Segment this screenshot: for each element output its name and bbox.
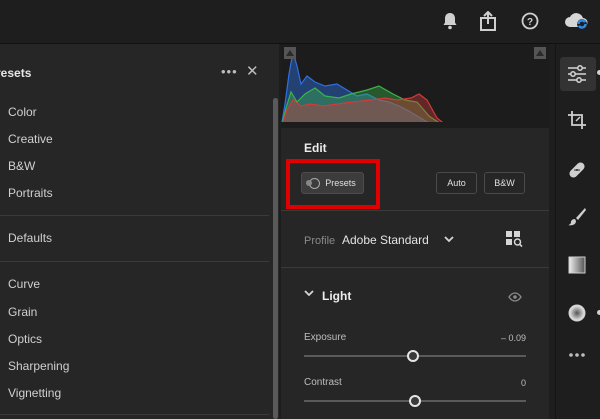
edit-panel: Edit Presets Auto B&W Profile Adobe Stan… <box>281 44 549 419</box>
preset-group-creative[interactable]: Creative <box>8 132 53 146</box>
presets-button-label: Presets <box>325 178 356 188</box>
preset-group-color[interactable]: Color <box>8 105 37 119</box>
eye-icon[interactable] <box>508 289 522 307</box>
healing-icon[interactable] <box>566 159 588 181</box>
auto-button[interactable]: Auto <box>436 172 477 194</box>
profile-label: Profile <box>304 235 336 247</box>
brush-icon[interactable] <box>566 206 588 228</box>
preset-group-vignetting[interactable]: Vignetting <box>8 386 61 400</box>
highlight-clipping-icon[interactable] <box>534 47 546 59</box>
contrast-value[interactable]: 0 <box>521 378 526 388</box>
divider <box>0 261 269 262</box>
crop-icon[interactable] <box>566 109 588 131</box>
preset-group-sharpening[interactable]: Sharpening <box>8 359 69 373</box>
notification-bell-icon[interactable] <box>438 9 462 33</box>
presets-scrollbar-thumb[interactable] <box>273 98 278 419</box>
bw-button[interactable]: B&W <box>484 172 525 194</box>
histogram <box>281 44 549 128</box>
contrast-slider-thumb[interactable] <box>409 395 421 407</box>
preset-group-bw[interactable]: B&W <box>8 159 35 173</box>
presets-button[interactable]: Presets <box>301 172 364 194</box>
exposure-value[interactable]: – 0.09 <box>501 333 526 343</box>
edit-sliders-icon[interactable] <box>566 63 588 85</box>
share-icon[interactable] <box>476 9 500 33</box>
light-section-title[interactable]: Light <box>322 289 351 303</box>
preset-group-defaults[interactable]: Defaults <box>8 231 52 245</box>
presets-panel-title: resets <box>0 66 32 80</box>
linear-gradient-icon[interactable] <box>566 254 588 276</box>
presets-panel: resets ••• ✕ Color Creative B&W Portrait… <box>0 44 279 419</box>
tool-rail <box>555 44 600 419</box>
divider <box>0 215 269 216</box>
close-icon[interactable]: ✕ <box>246 62 259 80</box>
creative-cloud-icon[interactable] <box>562 9 592 33</box>
divider <box>281 267 549 268</box>
more-options-icon[interactable]: ••• <box>221 64 238 79</box>
shadow-clipping-icon[interactable] <box>284 47 296 59</box>
exposure-label: Exposure <box>304 332 347 343</box>
top-bar: ? <box>0 0 600 44</box>
preset-group-portraits[interactable]: Portraits <box>8 186 53 200</box>
preset-group-grain[interactable]: Grain <box>8 305 37 319</box>
preset-group-curve[interactable]: Curve <box>8 277 40 291</box>
radial-gradient-icon[interactable] <box>566 302 588 324</box>
edit-title: Edit <box>304 141 327 155</box>
divider <box>281 210 549 211</box>
help-icon[interactable]: ? <box>518 9 542 33</box>
chevron-down-icon[interactable] <box>304 288 314 300</box>
profile-dropdown[interactable]: Adobe Standard <box>342 233 429 247</box>
exposure-slider-thumb[interactable] <box>406 350 419 362</box>
profile-browser-icon[interactable] <box>505 230 523 248</box>
presets-icon <box>306 177 321 189</box>
divider <box>0 414 269 415</box>
svg-text:?: ? <box>527 17 533 28</box>
preset-group-optics[interactable]: Optics <box>8 332 42 346</box>
chevron-down-icon[interactable] <box>444 232 454 246</box>
more-icon[interactable] <box>566 344 588 366</box>
contrast-label: Contrast <box>304 377 342 388</box>
